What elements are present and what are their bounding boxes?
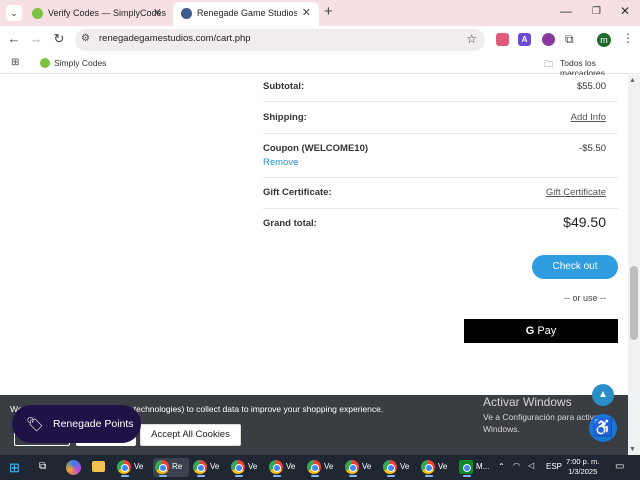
taskbar-chrome-2[interactable]: Re [153,458,189,477]
divider [263,177,618,178]
volume-icon[interactable]: ◁ [528,461,534,470]
notifications-icon[interactable]: ▭ [615,461,624,472]
extension-icon-1[interactable] [496,33,509,46]
tab-title: Verify Codes — SimplyCodes [48,8,167,18]
wifi-icon[interactable]: ◠ [513,461,520,470]
accessibility-icon[interactable]: ♿ [589,414,617,442]
shipping-label: Shipping: [263,112,307,123]
coupon-value: -$5.50 [579,143,606,154]
renegade-points-button[interactable]: 🏷 Renegade Points [12,405,141,443]
divider [263,208,618,209]
coupon-label: Coupon (WELCOME10) [263,143,369,154]
browser-menu-icon[interactable]: ⋮ [622,31,634,45]
close-icon[interactable]: ✕ [153,2,162,24]
windows-start-icon[interactable]: ⊞ [9,460,20,476]
taskbar-chrome-1[interactable]: Ve [115,458,151,477]
gpay-label: Pay [537,325,557,337]
taskbar-chrome-3[interactable]: Ve [191,458,227,477]
simplycodes-bookmark-icon [40,58,50,68]
scroll-up-arrow-icon[interactable]: ▲ [629,77,636,84]
close-icon[interactable]: ✕ [302,2,311,24]
google-pay-button[interactable]: G Pay [464,319,618,343]
minimize-button[interactable]: — [560,4,572,18]
taskbar-chrome-9[interactable]: Ve [419,458,455,477]
cart-page: Subtotal: $55.00 Shipping: Add Info Coup… [0,75,628,395]
url-text: renegadegamestudios.com/cart.php [99,33,251,44]
reload-button[interactable]: ↻ [50,31,68,47]
page-scrollbar[interactable] [628,75,640,455]
back-button[interactable]: ← [5,31,23,46]
extension-icon-3[interactable] [542,33,555,46]
tab-title: Renegade Game Studios - Shop [197,8,297,18]
site-info-icon[interactable]: ⚙ [81,33,90,44]
bookmark-simply-codes[interactable]: Simply Codes [54,58,106,68]
copilot-icon[interactable] [66,460,81,475]
taskbar-app-m[interactable]: M... [457,458,493,477]
bookmark-star-icon[interactable]: ☆ [466,32,477,46]
taskbar-chrome-4[interactable]: Ve [229,458,265,477]
google-g-icon: G [525,325,535,337]
renegade-icon [181,8,192,19]
folder-icon: 🗀 [544,59,554,69]
tray-chevron-icon[interactable]: ⌃ [498,462,505,471]
scrollbar-thumb[interactable] [630,266,638,340]
extensions-puzzle-icon[interactable]: ⧉ [565,32,574,47]
task-view-icon[interactable]: ⧉ [39,461,46,472]
renegade-points-label: Renegade Points [53,418,134,430]
simplycodes-icon [32,8,43,19]
taskbar-chrome-8[interactable]: Ve [381,458,417,477]
checkout-button[interactable]: Check out [532,255,618,279]
profile-avatar[interactable]: m [597,33,611,47]
grand-total-value: $49.50 [563,214,606,230]
taskbar-chrome-7[interactable]: Ve [343,458,379,477]
clock-date: 1/3/2025 [568,467,598,476]
or-use-text: -- or use -- [563,293,606,303]
language-indicator[interactable]: ESP [546,462,562,471]
shipping-add-info-link[interactable]: Add Info [571,112,606,123]
divider [263,101,618,102]
accept-all-cookies-button[interactable]: Accept All Cookies [140,424,241,446]
clock-time: 7:00 p. m. [566,457,600,466]
gift-certificate-link[interactable]: Gift Certificate [546,187,606,198]
restore-button[interactable]: ❐ [592,6,601,17]
window-close-button[interactable]: ✕ [620,4,630,18]
extension-icon-2[interactable]: A [518,33,531,46]
subtotal-value: $55.00 [576,81,606,92]
gift-certificate-label: Gift Certificate: [263,187,332,198]
scroll-to-top-button[interactable]: ▲ [592,384,614,406]
grand-total-label: Grand total: [263,218,317,229]
forward-button[interactable]: → [27,31,45,46]
subtotal-label: Subtotal: [263,81,305,92]
tab-renegade[interactable]: Renegade Game Studios - Shop ✕ [173,2,319,26]
tab-simplycodes[interactable]: Verify Codes — SimplyCodes ✕ [24,2,170,26]
divider [263,133,618,134]
taskbar-clock[interactable]: 7:00 p. m. 1/3/2025 [566,457,599,477]
tag-icon: 🏷 [26,416,44,432]
cookie-text-suffix: (or technologies) to collect data to imp… [120,404,384,414]
address-bar[interactable]: ⚙ renegadegamestudios.com/cart.php ☆ [75,29,485,51]
taskbar-chrome-6[interactable]: Ve [305,458,341,477]
scroll-down-arrow-icon[interactable]: ▼ [629,446,636,453]
remove-coupon-link[interactable]: Remove [263,157,298,168]
tab-search-button[interactable]: ⌄ [6,5,22,21]
taskbar-chrome-5[interactable]: Ve [267,458,303,477]
apps-grid-icon[interactable]: ⊞ [11,57,19,68]
new-tab-button[interactable]: + [324,3,333,20]
file-explorer-icon[interactable] [92,461,105,472]
